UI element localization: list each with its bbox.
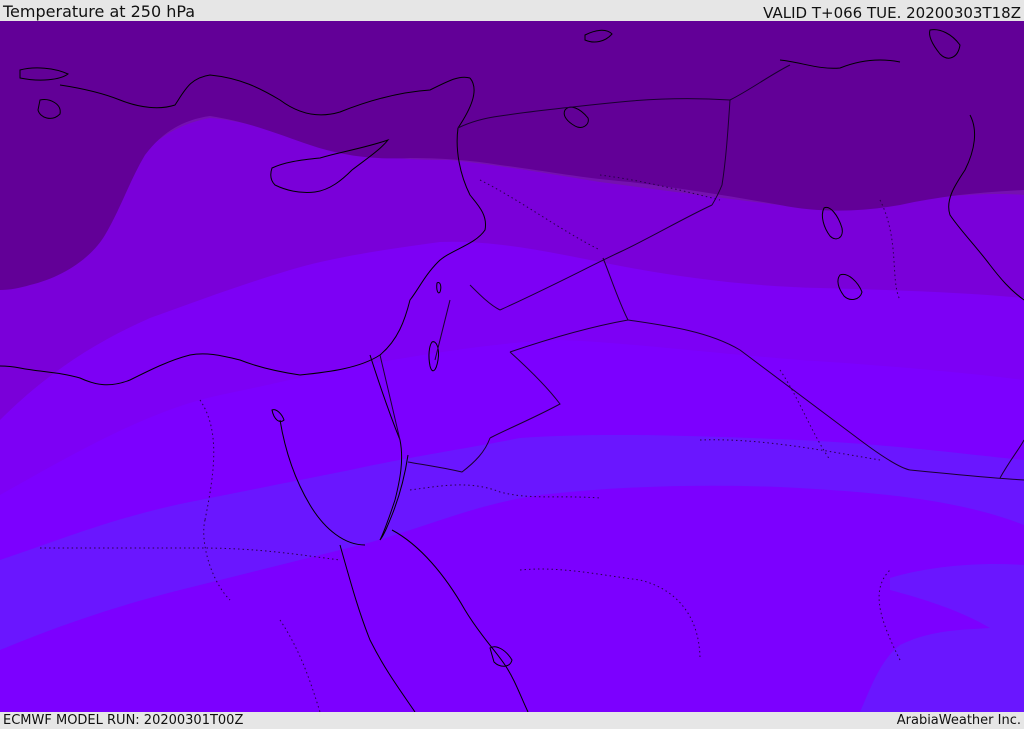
footer-bar: ECMWF MODEL RUN: 20200301T00Z ArabiaWeat… (0, 712, 1024, 729)
model-run: ECMWF MODEL RUN: 20200301T00Z (3, 713, 244, 728)
map-area[interactable] (0, 21, 1024, 712)
header-bar: Temperature at 250 hPa VALID T+066 TUE. … (0, 0, 1024, 21)
map-title: Temperature at 250 hPa (3, 2, 196, 21)
credit-label: ArabiaWeather Inc. (896, 713, 1021, 728)
temperature-map (0, 21, 1024, 712)
valid-time: VALID T+066 TUE. 20200303T18Z (763, 4, 1021, 22)
